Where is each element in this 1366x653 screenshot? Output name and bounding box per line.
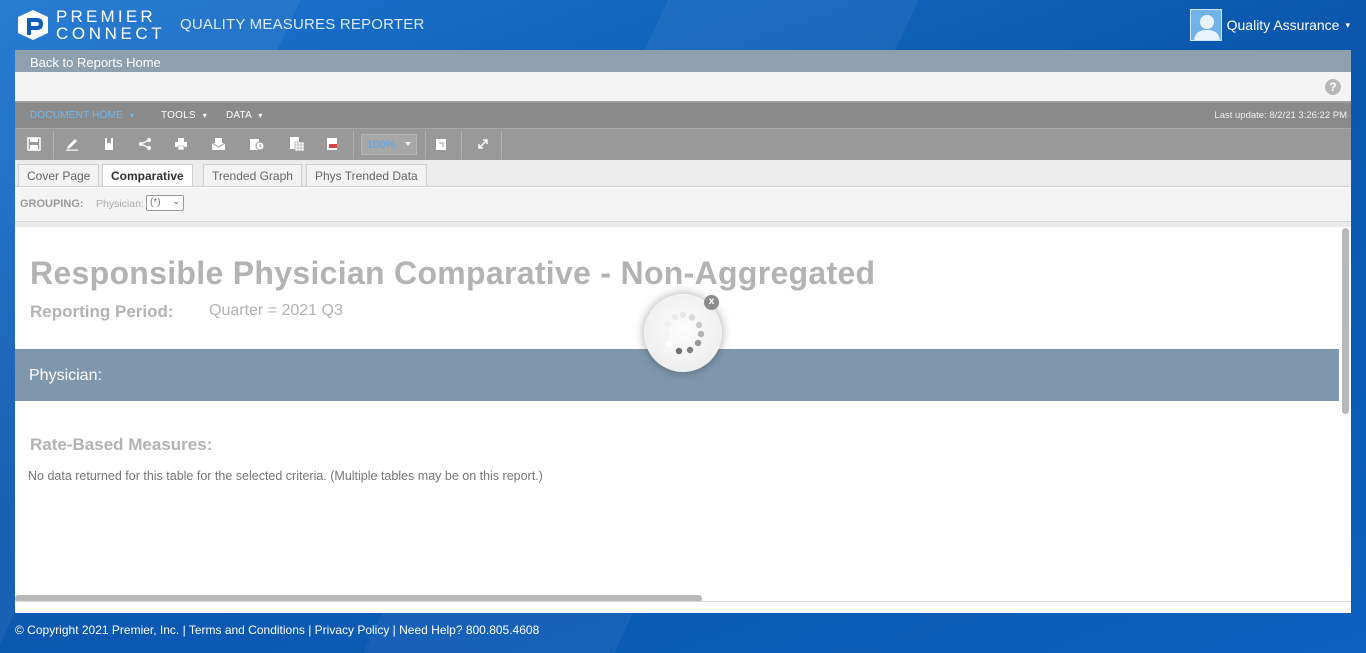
chevron-down-icon: ▾ [258,111,263,120]
zoom-select[interactable]: 100% [361,134,417,155]
user-name: Quality Assurance [1226,17,1340,33]
back-bar: Back to Reports Home [15,50,1351,72]
physician-band-label: Physician: [29,367,102,384]
report-title: Responsible Physician Comparative - Non-… [30,255,876,291]
print-icon[interactable] [172,135,190,153]
menu-data[interactable]: DATA ▾ [226,110,263,121]
avatar [1189,9,1222,41]
tab-cover-page[interactable]: Cover Page [18,164,100,186]
brand-line1: PREMIER [56,7,156,26]
physician-filter-value: (*) [150,197,161,208]
brand-line2: CONNECT [56,24,166,43]
save-icon[interactable] [25,135,43,153]
physician-filter-select[interactable]: (*) ⌄ [146,195,184,211]
menu-label: DATA [226,110,252,121]
share-icon[interactable] [136,135,154,153]
reporting-period-value: Quarter = 2021 Q3 [209,302,343,319]
tab-comparative[interactable]: Comparative [102,164,193,186]
no-data-message: No data returned for this table for the … [28,469,543,483]
back-to-reports-link[interactable]: Back to Reports Home [30,55,161,70]
premier-logo-icon [18,10,48,40]
refresh-icon[interactable] [432,135,450,153]
user-avatar-icon [1193,15,1220,40]
top-header: PREMIER CONNECT QUALITY MEASURES REPORTE… [0,0,1366,50]
edit-icon[interactable] [63,135,81,153]
menu-label: DOCUMENT HOME [30,110,123,121]
grouping-label: GROUPING: [20,198,84,210]
schedule-icon[interactable] [248,135,266,153]
last-update: Last update: 8/2/21 3:26:22 PM [1214,110,1347,121]
close-spinner-button[interactable]: x [704,295,719,310]
report-content: Responsible Physician Comparative - Non-… [15,228,1351,613]
help-icon[interactable]: ? [1325,79,1341,95]
brand-wordmark: PREMIER CONNECT [56,8,165,42]
reporting-period-label: Reporting Period: [30,302,174,321]
chevron-down-icon [405,142,411,146]
help-bar: ? [15,72,1351,103]
toolbar: 100% [15,128,1351,160]
vertical-scrollbar[interactable] [1342,228,1349,414]
tab-phys-trended-data[interactable]: Phys Trended Data [306,164,427,186]
fullscreen-icon[interactable] [474,135,492,153]
export-pdf-icon[interactable] [323,135,341,153]
document-menu-bar: DOCUMENT HOME ▾ TOOLS ▾ DATA ▾ Last upda… [15,103,1351,128]
tab-trended-graph[interactable]: Trended Graph [203,164,302,186]
menu-label: TOOLS [161,110,196,121]
export-excel-icon[interactable] [288,135,306,153]
chevron-down-icon: ▾ [1345,19,1350,30]
email-icon[interactable] [210,135,228,153]
divider [15,222,1351,227]
report-tabs: Cover Page Comparative Trended Graph Phy… [15,160,1351,187]
app-title: QUALITY MEASURES REPORTER [180,16,425,33]
divider [15,601,1351,602]
menu-tools[interactable]: TOOLS ▾ [161,110,207,121]
grouping-bar: GROUPING: Physician: (*) ⌄ [15,187,1351,222]
user-menu[interactable]: Quality Assurance ▾ [1189,9,1350,41]
zoom-value: 100% [367,139,396,151]
footer-text: © Copyright 2021 Premier, Inc. | Terms a… [15,623,540,637]
bookmark-icon[interactable] [100,135,118,153]
physician-filter-label: Physician: [96,198,144,210]
chevron-down-icon: ⌄ [172,196,180,206]
chevron-down-icon: ▾ [202,111,207,120]
chevron-down-icon: ▾ [129,111,135,120]
menu-document-home[interactable]: DOCUMENT HOME ▾ [30,110,134,121]
rate-based-measures-title: Rate-Based Measures: [30,435,213,454]
